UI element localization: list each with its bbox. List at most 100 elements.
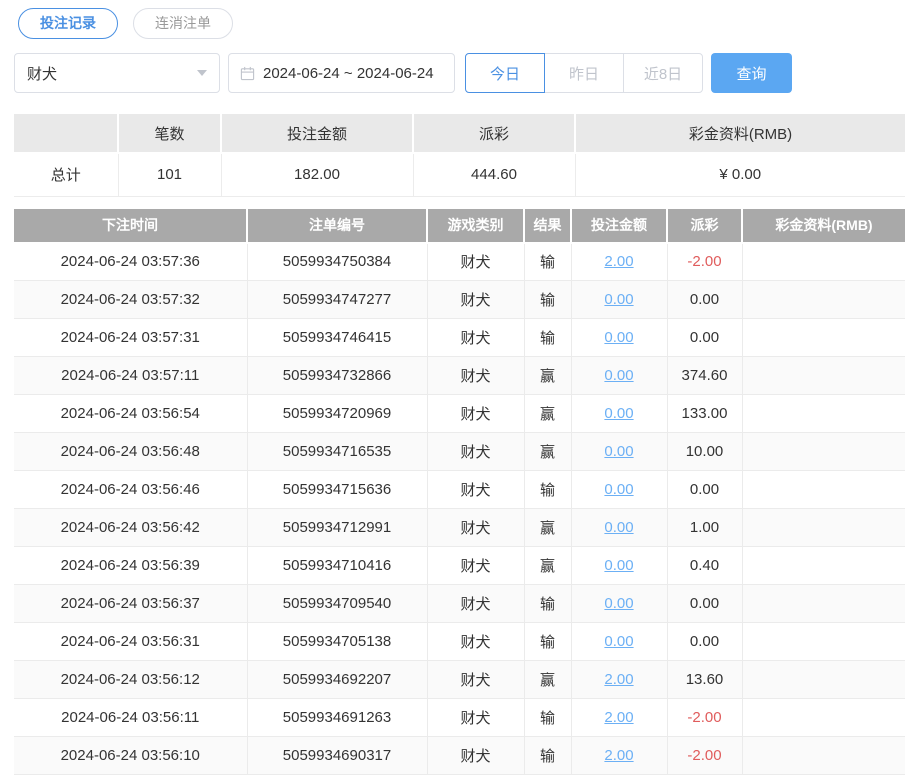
summary-header-payout: 派彩: [413, 114, 575, 153]
result-cell: 输: [524, 243, 571, 281]
bet-amount-link[interactable]: 0.00: [604, 481, 633, 498]
records-header-result: 结果: [524, 209, 571, 243]
chevron-down-icon: [197, 70, 207, 76]
summary-header-row: 笔数 投注金额 派彩 彩金资料(RMB): [14, 114, 905, 153]
bet-amount-cell: 0.00: [571, 623, 667, 661]
top-tabs: 投注记录 连消注单: [18, 8, 905, 39]
bet-amount-link[interactable]: 0.00: [604, 329, 633, 346]
bet-amount-link[interactable]: 2.00: [604, 709, 633, 726]
bet-time-cell: 2024-06-24 03:56:11: [14, 699, 247, 737]
bet-time-cell: 2024-06-24 03:56:54: [14, 395, 247, 433]
records-table: 下注时间 注单编号 游戏类别 结果 投注金额 派彩 彩金资料(RMB) 2024…: [14, 209, 905, 775]
order-number-cell: 5059934690317: [247, 737, 427, 775]
bonus-cell: [742, 661, 905, 699]
query-button[interactable]: 查询: [711, 53, 792, 93]
game-category-cell: 财犬: [427, 319, 524, 357]
summary-table: 笔数 投注金额 派彩 彩金资料(RMB) 总计 101 182.00 444.6…: [14, 114, 905, 197]
bet-amount-cell: 2.00: [571, 243, 667, 281]
bet-amount-cell: 2.00: [571, 737, 667, 775]
bet-amount-link[interactable]: 2.00: [604, 253, 633, 270]
game-category-cell: 财犬: [427, 395, 524, 433]
bet-amount-link[interactable]: 0.00: [604, 595, 633, 612]
bet-amount-link[interactable]: 0.00: [604, 443, 633, 460]
records-header-game-category: 游戏类别: [427, 209, 524, 243]
bonus-cell: [742, 547, 905, 585]
bonus-cell: [742, 471, 905, 509]
bet-amount-link[interactable]: 0.00: [604, 405, 633, 422]
bet-amount-link[interactable]: 0.00: [604, 519, 633, 536]
bet-amount-link[interactable]: 0.00: [604, 557, 633, 574]
result-cell: 输: [524, 471, 571, 509]
payout-cell: 133.00: [667, 395, 742, 433]
calendar-icon: [240, 66, 255, 81]
bet-time-cell: 2024-06-24 03:56:46: [14, 471, 247, 509]
records-header-row: 下注时间 注单编号 游戏类别 结果 投注金额 派彩 彩金资料(RMB): [14, 209, 905, 243]
game-select[interactable]: 财犬: [14, 53, 220, 93]
game-category-cell: 财犬: [427, 699, 524, 737]
bonus-cell: [742, 433, 905, 471]
quick-range-group: 今日 昨日 近8日: [465, 53, 703, 93]
bet-amount-cell: 0.00: [571, 547, 667, 585]
payout-cell: 10.00: [667, 433, 742, 471]
bet-amount-link[interactable]: 2.00: [604, 747, 633, 764]
result-cell: 赢: [524, 433, 571, 471]
summary-header-blank: [14, 114, 118, 153]
filter-bar: 财犬 2024-06-24 ~ 2024-06-24 今日 昨日 近8日 查询: [14, 53, 905, 93]
game-category-cell: 财犬: [427, 547, 524, 585]
summary-header-count: 笔数: [118, 114, 221, 153]
payout-cell: 0.00: [667, 623, 742, 661]
summary-total-payout: 444.60: [413, 153, 575, 196]
date-range-value: 2024-06-24 ~ 2024-06-24: [263, 65, 434, 82]
records-table-body: 2024-06-24 03:57:36 5059934750384 财犬 输 2…: [14, 243, 905, 775]
result-cell: 输: [524, 281, 571, 319]
result-cell: 输: [524, 585, 571, 623]
bet-amount-link[interactable]: 0.00: [604, 291, 633, 308]
records-header-bet-amount: 投注金额: [571, 209, 667, 243]
result-cell: 输: [524, 319, 571, 357]
order-number-cell: 5059934747277: [247, 281, 427, 319]
bet-time-cell: 2024-06-24 03:56:31: [14, 623, 247, 661]
payout-cell: -2.00: [667, 737, 742, 775]
records-header-bonus: 彩金资料(RMB): [742, 209, 905, 243]
order-number-cell: 5059934712991: [247, 509, 427, 547]
payout-cell: -2.00: [667, 243, 742, 281]
bet-amount-cell: 0.00: [571, 433, 667, 471]
summary-total-count: 101: [118, 153, 221, 196]
game-category-cell: 财犬: [427, 471, 524, 509]
table-row: 2024-06-24 03:57:31 5059934746415 财犬 输 0…: [14, 319, 905, 357]
bet-amount-link[interactable]: 0.00: [604, 367, 633, 384]
game-category-cell: 财犬: [427, 585, 524, 623]
bonus-cell: [742, 623, 905, 661]
bet-time-cell: 2024-06-24 03:56:12: [14, 661, 247, 699]
bet-amount-cell: 0.00: [571, 471, 667, 509]
result-cell: 输: [524, 699, 571, 737]
order-number-cell: 5059934709540: [247, 585, 427, 623]
quick-range-yesterday[interactable]: 昨日: [544, 53, 624, 93]
game-category-cell: 财犬: [427, 661, 524, 699]
bet-time-cell: 2024-06-24 03:56:37: [14, 585, 247, 623]
bet-amount-cell: 2.00: [571, 661, 667, 699]
bet-time-cell: 2024-06-24 03:57:32: [14, 281, 247, 319]
bet-amount-link[interactable]: 2.00: [604, 671, 633, 688]
payout-cell: 13.60: [667, 661, 742, 699]
records-header-bet-time: 下注时间: [14, 209, 247, 243]
bet-amount-cell: 0.00: [571, 319, 667, 357]
tab-cancelled-orders[interactable]: 连消注单: [133, 8, 233, 39]
tab-bet-records[interactable]: 投注记录: [18, 8, 118, 39]
result-cell: 赢: [524, 547, 571, 585]
bet-amount-link[interactable]: 0.00: [604, 633, 633, 650]
order-number-cell: 5059934691263: [247, 699, 427, 737]
table-row: 2024-06-24 03:56:42 5059934712991 财犬 赢 0…: [14, 509, 905, 547]
summary-header-bonus: 彩金资料(RMB): [575, 114, 905, 153]
table-row: 2024-06-24 03:56:11 5059934691263 财犬 输 2…: [14, 699, 905, 737]
date-range-input[interactable]: 2024-06-24 ~ 2024-06-24: [228, 53, 455, 93]
quick-range-last-8-days[interactable]: 近8日: [623, 53, 703, 93]
result-cell: 输: [524, 623, 571, 661]
table-row: 2024-06-24 03:56:10 5059934690317 财犬 输 2…: [14, 737, 905, 775]
table-row: 2024-06-24 03:57:11 5059934732866 财犬 赢 0…: [14, 357, 905, 395]
table-row: 2024-06-24 03:56:31 5059934705138 财犬 输 0…: [14, 623, 905, 661]
quick-range-today[interactable]: 今日: [465, 53, 545, 93]
game-category-cell: 财犬: [427, 433, 524, 471]
bet-amount-cell: 0.00: [571, 585, 667, 623]
order-number-cell: 5059934746415: [247, 319, 427, 357]
